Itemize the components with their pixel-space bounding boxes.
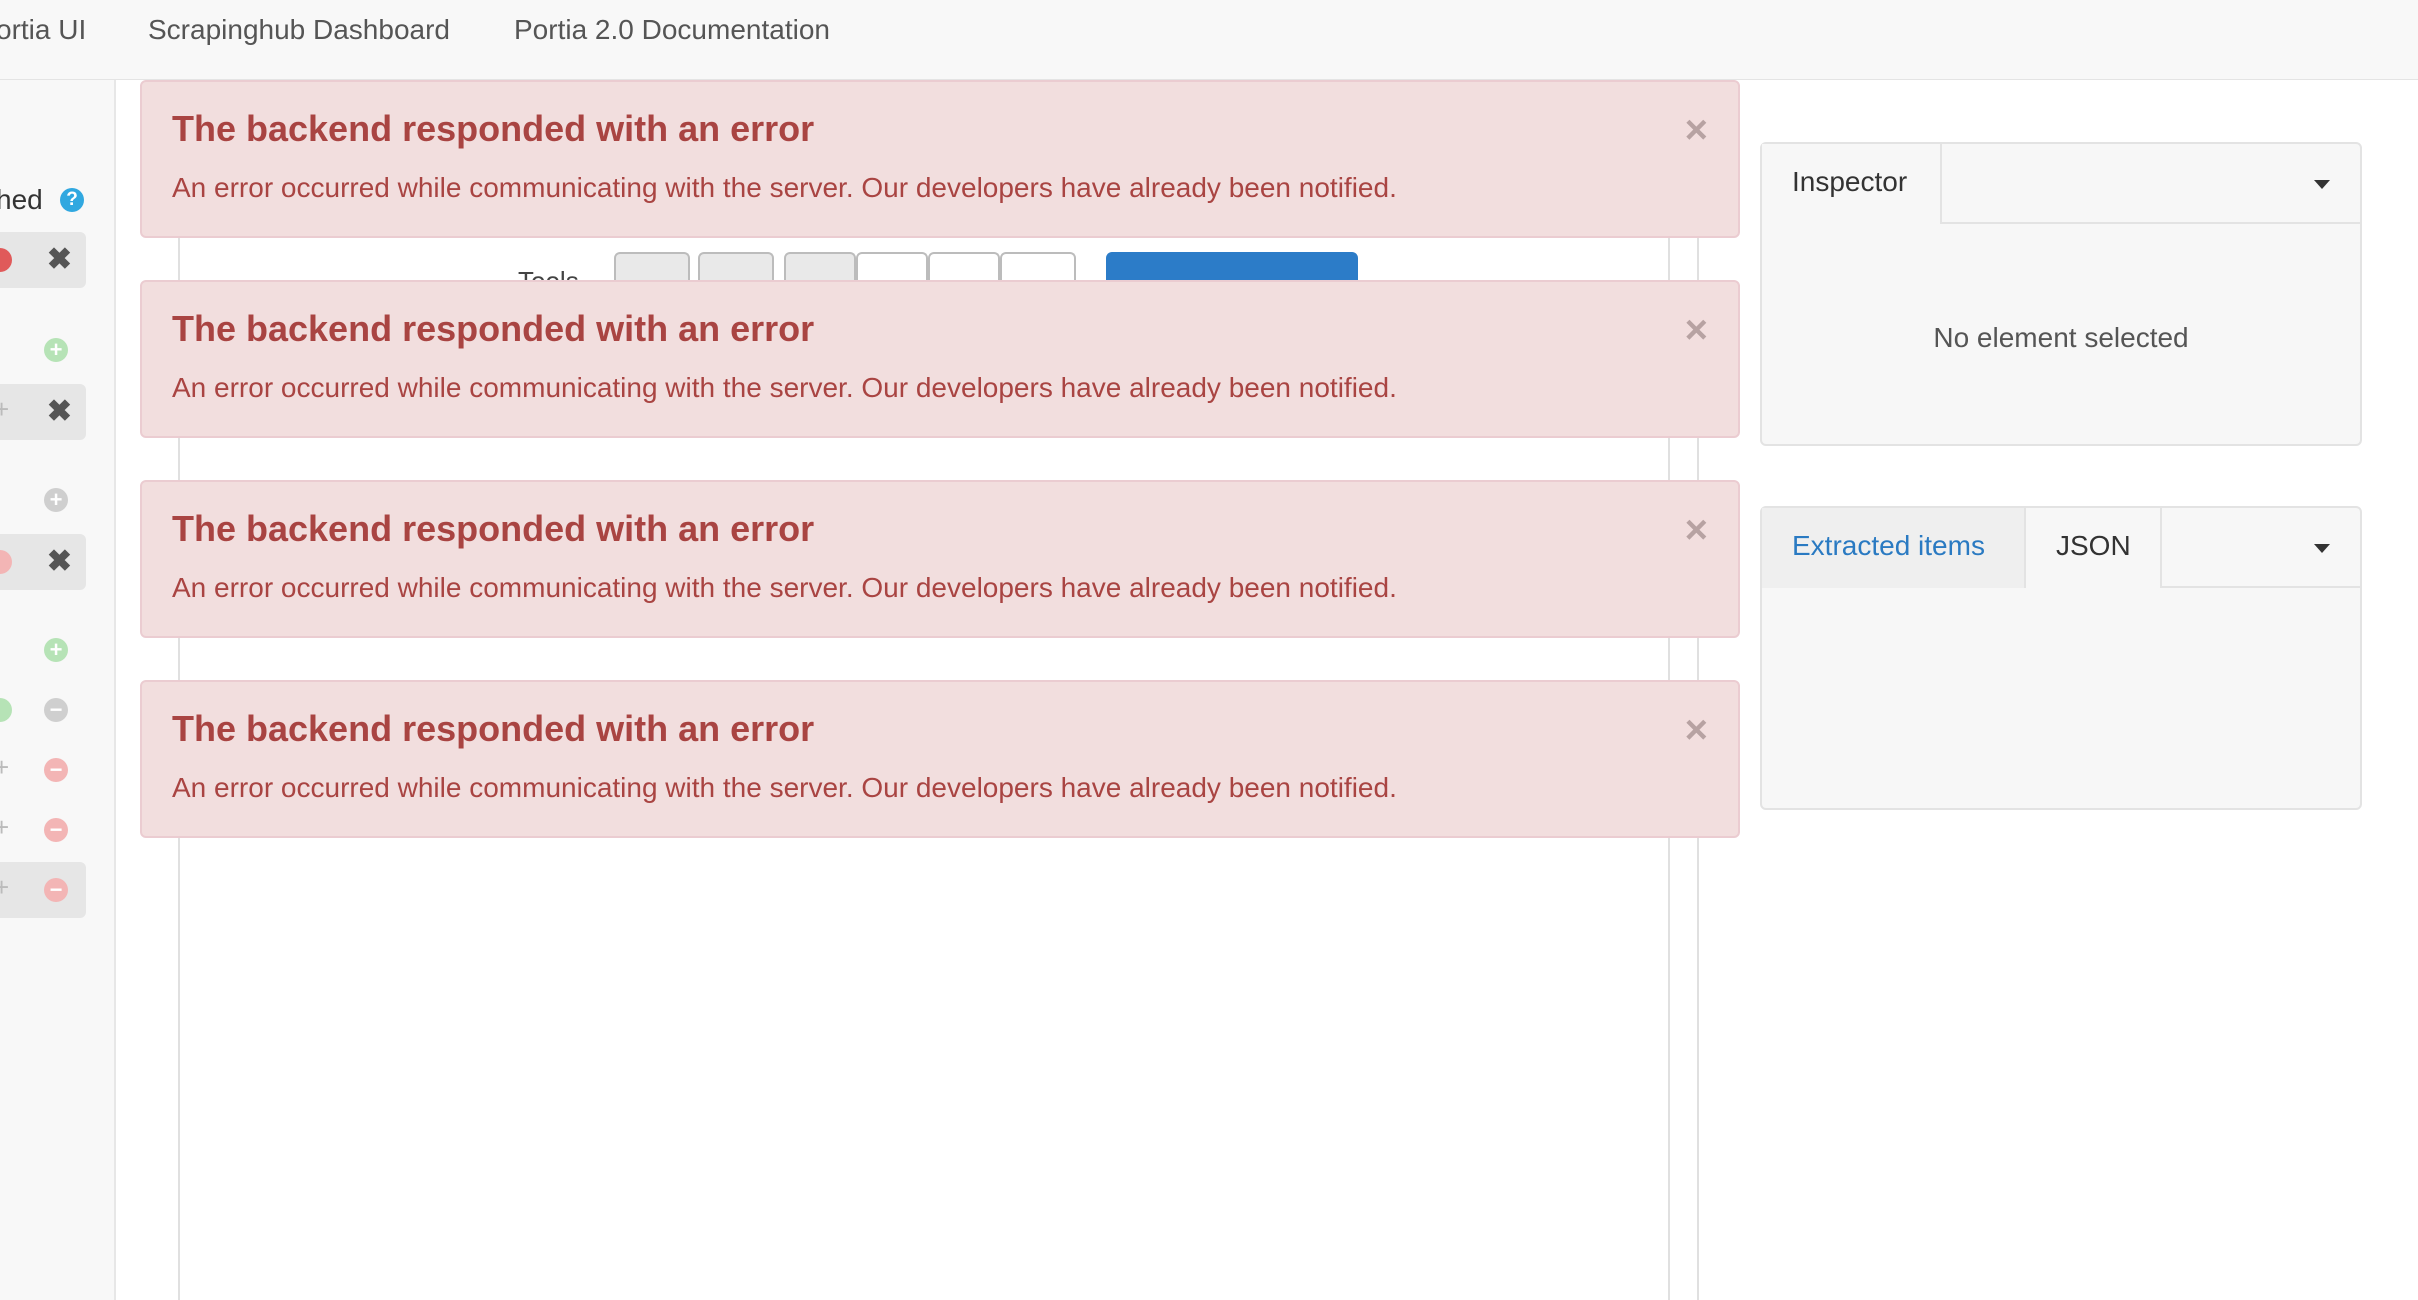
add-icon[interactable]: + — [44, 338, 68, 362]
alert-title: The backend responded with an error — [172, 708, 815, 749]
add-icon[interactable]: + — [44, 488, 68, 512]
close-icon[interactable]: × — [1685, 110, 1708, 150]
sidebar-status-text: hed — [0, 184, 43, 215]
nav-link-scrapinghub-dashboard[interactable]: Scrapinghub Dashboard — [148, 14, 450, 46]
inspector-panel: Inspector No element selected — [1760, 142, 2362, 446]
drag-handle-icon[interactable]: + — [0, 752, 9, 783]
sidebar-row[interactable]: ✖ — [0, 232, 86, 288]
sidebar-row[interactable]: + ✖ — [0, 384, 86, 440]
remove-icon[interactable]: ✖ — [47, 242, 72, 277]
remove-icon[interactable]: ✖ — [47, 544, 72, 579]
add-circle-icon — [0, 698, 14, 722]
error-alert: The backend responded with an error An e… — [140, 80, 1740, 238]
tab-inspector[interactable]: Inspector — [1762, 144, 1942, 224]
extracted-items-panel: Extracted items JSON — [1760, 506, 2362, 810]
left-sidebar: hed ? ✖ + + ✖ + ✖ + − + − + − + − — [0, 80, 116, 1300]
remove-circle-icon[interactable]: − — [44, 878, 68, 902]
stop-icon — [0, 248, 14, 272]
nav-link-portia-ui[interactable]: ortia UI — [0, 14, 86, 46]
tab-json[interactable]: JSON — [2026, 508, 2162, 588]
remove-icon[interactable]: ✖ — [47, 394, 72, 429]
error-alert: The backend responded with an error An e… — [140, 480, 1740, 638]
tab-extracted-items[interactable]: Extracted items — [1762, 508, 2026, 588]
alert-message: An error occurred while communicating wi… — [172, 372, 1397, 403]
help-icon[interactable]: ? — [60, 188, 84, 212]
drag-handle-icon[interactable]: + — [0, 872, 9, 903]
alert-title: The backend responded with an error — [172, 108, 815, 149]
error-alert: The backend responded with an error An e… — [140, 280, 1740, 438]
close-icon[interactable]: × — [1685, 510, 1708, 550]
alert-title: The backend responded with an error — [172, 308, 815, 349]
chevron-down-icon[interactable] — [2314, 180, 2330, 189]
error-alert: The backend responded with an error An e… — [140, 680, 1740, 838]
inspector-panel-header: Inspector — [1762, 144, 2360, 224]
chevron-down-icon[interactable] — [2314, 544, 2330, 553]
no-element-selected-text: No element selected — [1933, 322, 2189, 353]
close-icon[interactable]: × — [1685, 710, 1708, 750]
remove-circle-icon — [0, 550, 14, 574]
alert-message: An error occurred while communicating wi… — [172, 572, 1397, 603]
alert-title: The backend responded with an error — [172, 508, 815, 549]
remove-circle-icon[interactable]: − — [44, 758, 68, 782]
alert-message: An error occurred while communicating wi… — [172, 772, 1397, 803]
add-icon[interactable]: + — [44, 638, 68, 662]
nav-link-portia-documentation[interactable]: Portia 2.0 Documentation — [514, 14, 830, 46]
drag-handle-icon[interactable]: + — [0, 812, 9, 843]
sidebar-row[interactable]: + − — [0, 862, 86, 918]
remove-circle-icon[interactable]: − — [44, 818, 68, 842]
close-icon[interactable]: × — [1685, 310, 1708, 350]
drag-handle-icon[interactable]: + — [0, 394, 9, 425]
remove-circle-icon[interactable]: − — [44, 698, 68, 722]
top-navbar: ortia UI Scrapinghub Dashboard Portia 2.… — [0, 0, 2418, 80]
sidebar-row[interactable]: ✖ — [0, 534, 86, 590]
extracted-items-panel-header: Extracted items JSON — [1762, 508, 2360, 588]
alert-message: An error occurred while communicating wi… — [172, 172, 1397, 203]
